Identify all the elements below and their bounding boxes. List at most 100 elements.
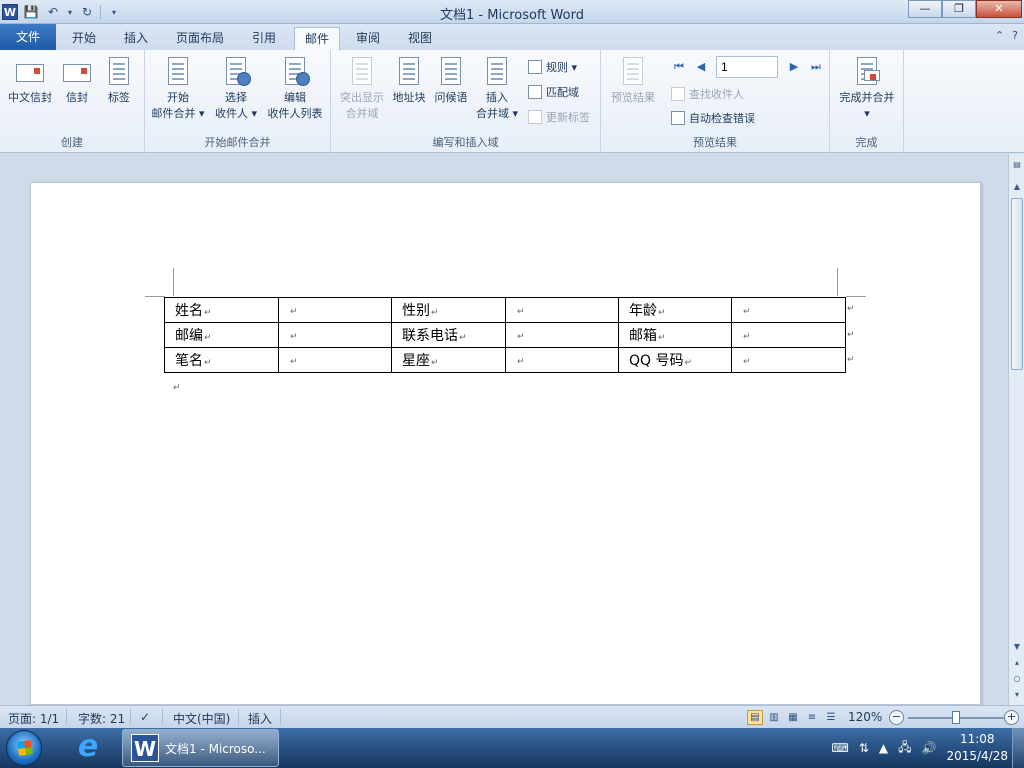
zoom-out-icon[interactable]: − — [889, 710, 904, 725]
outline-view-icon[interactable]: ≡ — [804, 710, 820, 725]
table-cell[interactable]: ↵ — [731, 322, 846, 348]
last-record-icon[interactable]: ⏭ — [808, 59, 824, 75]
minimize-ribbon-icon[interactable]: ⌃ — [995, 29, 1004, 42]
tab-view[interactable]: 视图 — [398, 27, 442, 50]
show-desktop-button[interactable] — [1012, 728, 1024, 768]
match-fields-button[interactable]: 匹配域 — [528, 82, 579, 102]
table-cell[interactable]: ↵ — [731, 297, 846, 323]
info-table[interactable]: 姓名↵ ↵ 性别↵ ↵ 年龄↵ ↵ 邮编↵ ↵ 联系电话↵ ↵ 邮箱↵ ↵ 笔名… — [164, 297, 846, 373]
browse-object-icon[interactable]: ○ — [1010, 672, 1024, 686]
tab-file[interactable]: 文件 — [0, 24, 56, 50]
highlight-merge-fields-button[interactable]: 突出显示 合并域 — [335, 56, 389, 122]
minimize-button[interactable]: — — [908, 0, 942, 18]
table-cell[interactable]: ↵ — [278, 347, 392, 373]
view-ruler-icon[interactable]: ▤ — [1010, 158, 1024, 172]
tab-insert[interactable]: 插入 — [114, 27, 158, 50]
restore-button[interactable]: ❐ — [942, 0, 976, 18]
zoom-in-icon[interactable]: + — [1004, 710, 1019, 725]
margin-corner-left — [173, 268, 174, 296]
tab-page-layout[interactable]: 页面布局 — [166, 27, 234, 50]
table-cell[interactable]: 邮箱↵ — [618, 322, 732, 348]
find-recipient-button[interactable]: 查找收件人 — [671, 84, 744, 104]
insert-merge-field-button[interactable]: 插入 合并域 ▾ — [473, 56, 521, 122]
edit-recipient-list-icon — [280, 56, 310, 88]
volume-icon[interactable]: 🔊 — [922, 741, 937, 755]
find-recipient-icon — [671, 87, 685, 101]
word-count[interactable]: 字数: 21 — [78, 710, 125, 727]
table-cell[interactable]: 年龄↵ — [618, 297, 732, 323]
keyboard-icon[interactable]: ⌨ — [832, 741, 849, 755]
table-cell[interactable]: 联系电话↵ — [391, 322, 506, 348]
envelope-icon — [62, 56, 92, 88]
envelope-button[interactable]: 信封 — [60, 56, 94, 106]
row-end-mark: ↵ — [847, 304, 855, 314]
table-cell[interactable]: ↵ — [505, 297, 619, 323]
zoom-level[interactable]: 120% — [848, 710, 882, 724]
address-block-button[interactable]: 地址块 — [389, 56, 429, 106]
tab-review[interactable]: 审阅 — [346, 27, 390, 50]
record-number-input[interactable] — [716, 56, 778, 78]
paragraph-mark: ↵ — [173, 383, 181, 393]
clock[interactable]: 11:08 2015/4/28 — [946, 731, 1008, 765]
draft-view-icon[interactable]: ☰ — [823, 710, 839, 725]
next-page-icon[interactable]: ▾ — [1010, 688, 1024, 702]
rules-button[interactable]: 规则 ▾ — [528, 57, 577, 77]
start-button[interactable] — [6, 730, 42, 766]
table-cell[interactable]: QQ 号码↵ — [618, 347, 732, 373]
help-icon[interactable]: ? — [1012, 29, 1018, 42]
row-end-mark: ↵ — [847, 355, 855, 365]
table-cell[interactable]: ↵ — [731, 347, 846, 373]
next-record-icon[interactable]: ▶ — [786, 59, 802, 75]
update-labels-button[interactable]: 更新标签 — [528, 107, 590, 127]
preview-results-icon — [618, 56, 648, 88]
address-block-icon — [394, 56, 424, 88]
input-method-icon[interactable]: ⇅ — [859, 741, 869, 755]
scroll-down-icon[interactable]: ▼ — [1010, 640, 1024, 654]
print-layout-view-icon[interactable]: ▤ — [747, 710, 763, 725]
previous-record-icon[interactable]: ◀ — [693, 59, 709, 75]
page-count[interactable]: 页面: 1/1 — [8, 710, 59, 727]
scrollbar-thumb[interactable] — [1011, 198, 1023, 370]
insert-mode[interactable]: 插入 — [248, 710, 272, 727]
table-cell[interactable]: 性别↵ — [391, 297, 506, 323]
edit-recipient-list-button[interactable]: 编辑 收件人列表 — [263, 56, 327, 122]
network-icon[interactable]: 🖧 — [898, 738, 911, 759]
close-button[interactable]: ✕ — [976, 0, 1022, 18]
chinese-envelope-button[interactable]: 中文信封 — [4, 56, 56, 106]
tab-home[interactable]: 开始 — [62, 27, 106, 50]
tab-references[interactable]: 引用 — [242, 27, 286, 50]
greeting-line-button[interactable]: 问候语 — [431, 56, 471, 106]
show-hidden-icons[interactable]: ▲ — [879, 741, 888, 755]
finish-merge-button[interactable]: 完成并合并 ▾ — [834, 56, 900, 122]
proofing-icon[interactable]: ✓ — [140, 710, 150, 724]
table-cell[interactable]: ↵ — [505, 322, 619, 348]
start-mail-merge-button[interactable]: 开始 邮件合并 ▾ — [149, 56, 207, 122]
table-cell[interactable]: ↵ — [505, 347, 619, 373]
chinese-envelope-icon — [15, 56, 45, 88]
select-recipients-button[interactable]: 选择 收件人 ▾ — [211, 56, 261, 122]
document-page[interactable] — [30, 182, 981, 705]
vertical-scrollbar[interactable]: ▤ ▲ ▼ ▴ ○ ▾ — [1008, 154, 1024, 705]
table-cell[interactable]: 邮编↵ — [164, 322, 279, 348]
full-screen-reading-icon[interactable]: ▥ — [766, 710, 782, 725]
table-cell[interactable]: 笔名↵ — [164, 347, 279, 373]
scroll-up-icon[interactable]: ▲ — [1010, 180, 1024, 194]
preview-results-button[interactable]: 预览结果 — [605, 56, 661, 106]
first-record-icon[interactable]: ⏮ — [671, 59, 687, 75]
previous-page-icon[interactable]: ▴ — [1010, 656, 1024, 670]
table-cell[interactable]: ↵ — [278, 322, 392, 348]
table-cell[interactable]: ↵ — [278, 297, 392, 323]
start-merge-icon — [163, 56, 193, 88]
auto-check-errors-button[interactable]: 自动检查错误 — [671, 108, 755, 128]
table-cell[interactable]: 星座↵ — [391, 347, 506, 373]
table-row: 姓名↵ ↵ 性别↵ ↵ 年龄↵ ↵ — [164, 297, 846, 323]
table-row: 邮编↵ ↵ 联系电话↵ ↵ 邮箱↵ ↵ — [164, 322, 846, 348]
labels-button[interactable]: 标签 — [102, 56, 136, 106]
table-cell[interactable]: 姓名↵ — [164, 297, 279, 323]
language-indicator[interactable]: 中文(中国) — [173, 710, 230, 727]
internet-explorer-icon[interactable]: e — [72, 732, 104, 764]
web-layout-icon[interactable]: ▦ — [785, 710, 801, 725]
taskbar-word-window[interactable]: W 文档1 - Microso... — [122, 729, 279, 767]
zoom-slider-thumb[interactable] — [952, 711, 960, 724]
tab-mailings[interactable]: 邮件 — [294, 27, 341, 50]
